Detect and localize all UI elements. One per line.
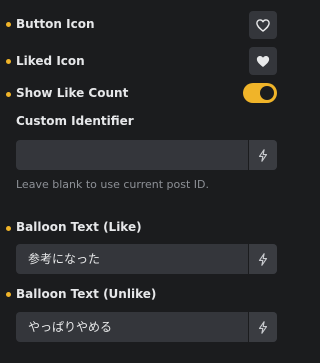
changed-indicator-dot bbox=[6, 226, 11, 231]
heart-outline-icon bbox=[256, 18, 270, 32]
bolt-icon bbox=[258, 252, 268, 266]
custom-identifier-input[interactable] bbox=[16, 140, 277, 170]
heart-filled-icon bbox=[256, 55, 270, 67]
changed-indicator-dot bbox=[6, 59, 11, 64]
dynamic-tags-button[interactable] bbox=[248, 312, 277, 342]
bolt-icon bbox=[258, 148, 268, 162]
toggle-knob bbox=[260, 86, 274, 100]
liked-icon-picker[interactable] bbox=[249, 47, 277, 75]
changed-indicator-dot bbox=[6, 92, 11, 97]
button-icon-label: Button Icon bbox=[16, 17, 95, 31]
show-like-count-toggle[interactable] bbox=[243, 83, 277, 103]
balloon-like-input[interactable]: 参考になった bbox=[16, 244, 277, 274]
dynamic-tags-button[interactable] bbox=[248, 244, 277, 274]
dynamic-tags-button[interactable] bbox=[248, 140, 277, 170]
changed-indicator-dot bbox=[6, 22, 11, 27]
balloon-like-value[interactable]: 参考になった bbox=[28, 244, 100, 274]
settings-panel: Button Icon Liked Icon Show Like Count C… bbox=[0, 0, 292, 363]
balloon-unlike-input[interactable]: やっぱりやめる bbox=[16, 312, 277, 342]
custom-identifier-label: Custom Identifier bbox=[16, 114, 134, 128]
balloon-unlike-label: Balloon Text (Unlike) bbox=[16, 287, 157, 301]
custom-identifier-help: Leave blank to use current post ID. bbox=[16, 178, 209, 191]
changed-indicator-dot bbox=[6, 292, 11, 297]
balloon-unlike-value[interactable]: やっぱりやめる bbox=[28, 312, 112, 342]
balloon-like-label: Balloon Text (Like) bbox=[16, 220, 142, 234]
liked-icon-label: Liked Icon bbox=[16, 54, 85, 68]
button-icon-picker[interactable] bbox=[249, 11, 277, 39]
bolt-icon bbox=[258, 320, 268, 334]
show-like-count-label: Show Like Count bbox=[16, 86, 129, 100]
